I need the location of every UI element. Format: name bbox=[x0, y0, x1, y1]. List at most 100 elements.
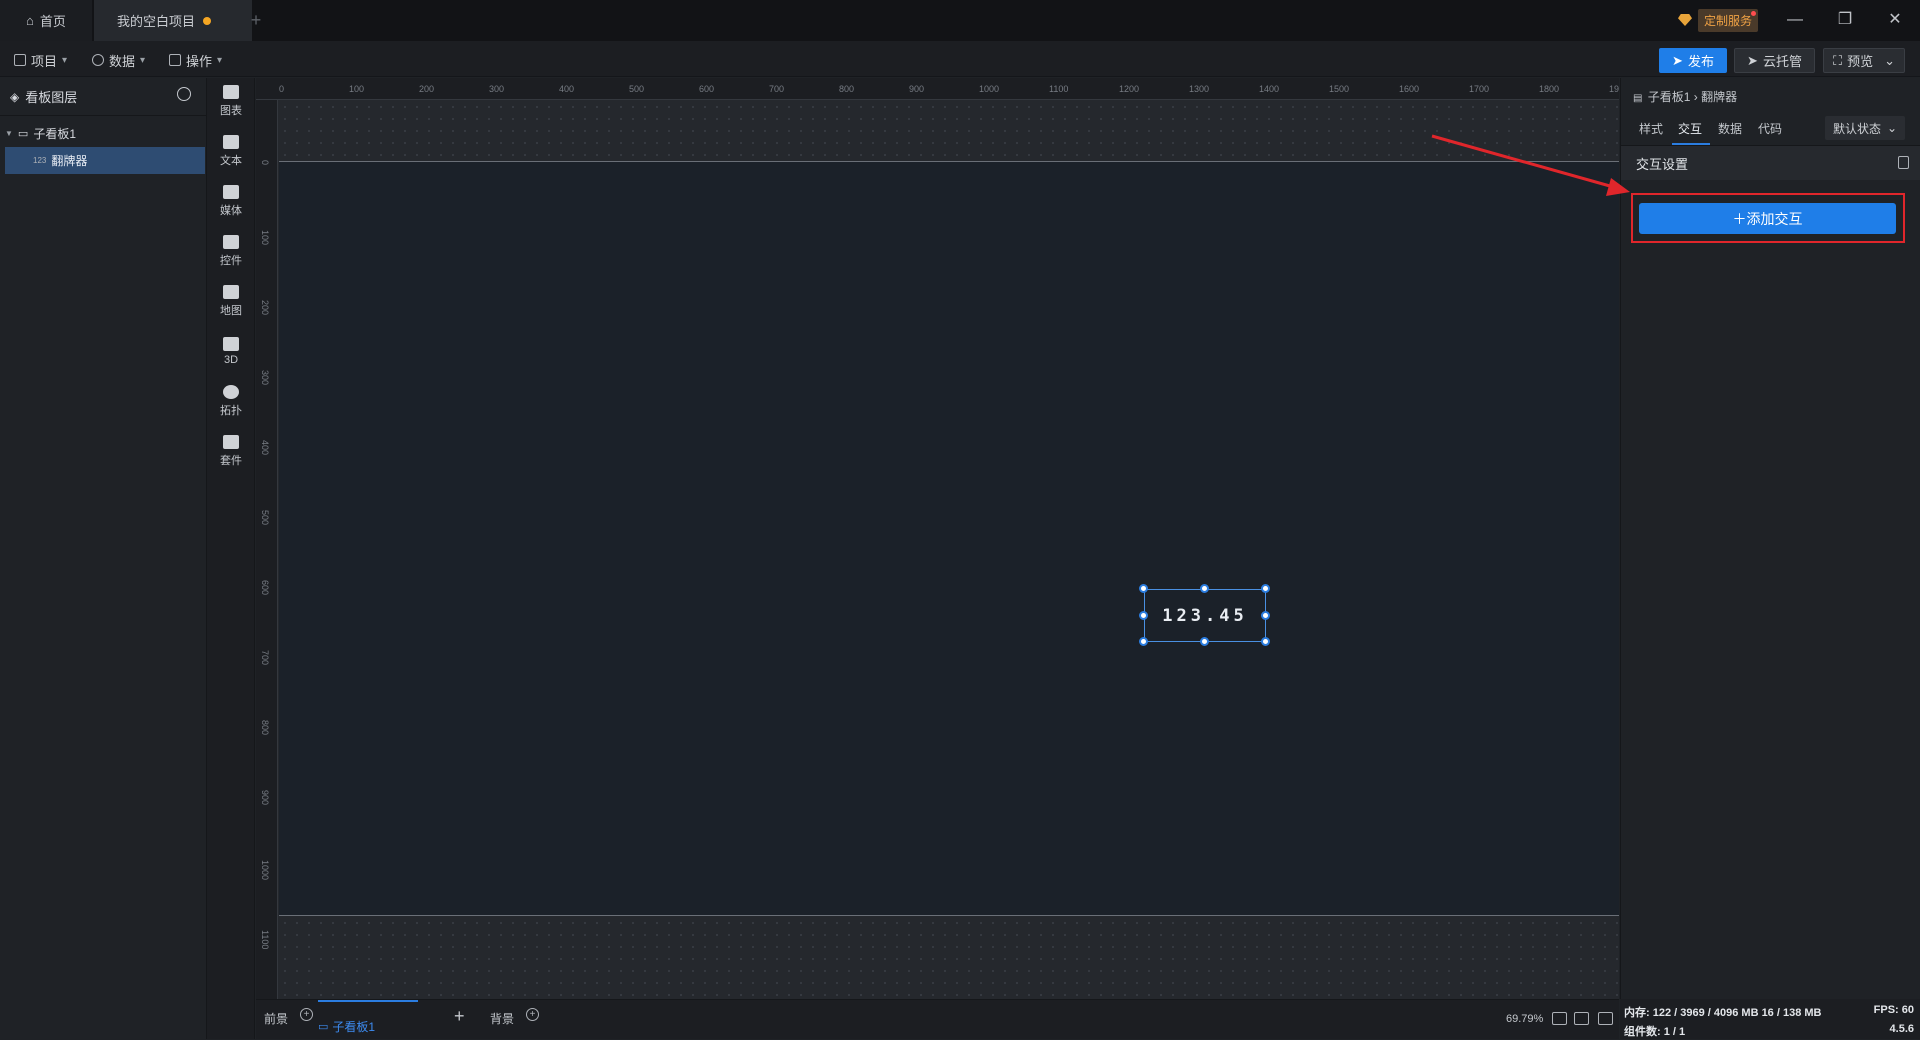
ruler-tick-label: 1000 bbox=[979, 84, 1000, 94]
add-board-button[interactable]: + bbox=[454, 1006, 465, 1027]
tool-map[interactable]: 地图 bbox=[207, 278, 255, 324]
resize-handle[interactable] bbox=[1261, 584, 1270, 593]
layer-item-board[interactable]: ▼ ▭ 子看板1 bbox=[5, 120, 205, 147]
search-icon[interactable] bbox=[177, 87, 191, 101]
ruler-tick-label: 200 bbox=[419, 84, 435, 94]
tab-subboard[interactable]: ▭ 子看板1 bbox=[318, 1000, 418, 1040]
tab-project[interactable]: 我的空白项目 bbox=[94, 0, 252, 41]
tab-project-label: 我的空白项目 bbox=[117, 14, 196, 29]
menu-project[interactable]: 项目 ▾ bbox=[14, 49, 67, 71]
resize-handle[interactable] bbox=[1139, 611, 1148, 620]
ruler-tick-label: 1500 bbox=[1329, 84, 1350, 94]
database-icon bbox=[92, 54, 104, 66]
ruler-tick-label: 700 bbox=[769, 84, 785, 94]
tool-map-label: 地图 bbox=[220, 304, 242, 317]
ruler-tick-label: 0 bbox=[260, 160, 270, 166]
layer-panel: ◈ 看板图层 ▼ ▭ 子看板1 123 翻牌器 bbox=[0, 78, 207, 1039]
ruler-tick-label: 500 bbox=[260, 510, 270, 526]
ruler-tick-label: 1100 bbox=[260, 930, 270, 950]
menu-bar: 项目 ▾ 数据 ▾ 操作 ▾ ➤ 发布 ➤ 云托管 ⛶ 预览 ⌄ bbox=[0, 41, 1920, 77]
memory-status: 内存: 122 / 3969 / 4096 MB 16 / 138 MB bbox=[1624, 1007, 1822, 1019]
menu-operate[interactable]: 操作 ▾ bbox=[169, 49, 222, 71]
ruler-tick-label: 400 bbox=[559, 84, 575, 94]
component-toolbar: 图表 文本 媒体 控件 地图 3D 拓扑 套件 bbox=[207, 78, 255, 1039]
tab-background[interactable]: 背景 + bbox=[490, 1008, 540, 1027]
tab-data[interactable]: 数据 bbox=[1718, 120, 1742, 137]
ruler-tick-label: 300 bbox=[489, 84, 505, 94]
tool-topology[interactable]: 拓扑 bbox=[207, 378, 255, 424]
add-interaction-button[interactable]: ＋添加交互 bbox=[1639, 203, 1896, 234]
tool-control-label: 控件 bbox=[220, 254, 242, 267]
tool-chart-label: 图表 bbox=[220, 104, 242, 117]
topology-icon bbox=[223, 384, 239, 399]
tool-kit[interactable]: 套件 bbox=[207, 428, 255, 474]
dashboard-board[interactable] bbox=[279, 161, 1619, 916]
media-icon bbox=[223, 184, 239, 199]
tab-code[interactable]: 代码 bbox=[1758, 120, 1782, 137]
tab-home[interactable]: ⌂ 首页 bbox=[0, 0, 92, 41]
menu-data[interactable]: 数据 ▾ bbox=[92, 49, 145, 71]
status-bar: 内存: 122 / 3969 / 4096 MB 16 / 138 MB FPS… bbox=[1620, 999, 1920, 1039]
tab-interaction[interactable]: 交互 bbox=[1678, 120, 1702, 137]
resize-handle[interactable] bbox=[1261, 637, 1270, 646]
new-tab-button[interactable]: + bbox=[246, 0, 266, 41]
ruler-top: 0 100 200 300 400 500 600 700 800 900 1000 1100 1200… bbox=[256, 78, 1619, 100]
ruler-tick-label: 800 bbox=[260, 720, 270, 736]
ruler-tick-label: 300 bbox=[260, 370, 270, 386]
ruler-tick-label: 1200 bbox=[1119, 84, 1140, 94]
tool-3d-label: 3D bbox=[223, 353, 239, 366]
zoom-level: 69.79% bbox=[1506, 1013, 1544, 1025]
tab-foreground[interactable]: 前景 + bbox=[264, 1008, 314, 1027]
counter-icon: 123 bbox=[33, 156, 47, 165]
tool-3d[interactable]: 3D bbox=[207, 328, 255, 374]
fps-status: FPS: 60 bbox=[1873, 1004, 1914, 1016]
fit-screen-icon[interactable] bbox=[1552, 1012, 1567, 1025]
add-circle-icon[interactable]: + bbox=[526, 1008, 540, 1021]
state-select[interactable]: 默认状态 ⌄ bbox=[1825, 116, 1905, 140]
canvas-area[interactable]: 0 100 200 300 400 500 600 700 800 900 1000 1100 1200… bbox=[256, 78, 1619, 999]
tool-text[interactable]: 文本 bbox=[207, 128, 255, 174]
text-icon bbox=[223, 134, 239, 149]
chevron-down-icon: ▾ bbox=[140, 54, 146, 66]
minimize-button[interactable]: — bbox=[1780, 8, 1810, 32]
tool-media-label: 媒体 bbox=[220, 204, 242, 217]
resize-handle[interactable] bbox=[1261, 611, 1270, 620]
resize-handle[interactable] bbox=[1200, 584, 1209, 593]
terminal-icon[interactable] bbox=[1598, 1012, 1613, 1025]
flip-counter-widget[interactable]: 123.45 bbox=[1144, 589, 1266, 642]
breadcrumb: ▤ 子看板1 › 翻牌器 bbox=[1633, 88, 1737, 105]
ruler-tick-label: 0 bbox=[279, 84, 285, 94]
publish-button[interactable]: ➤ 发布 bbox=[1659, 48, 1727, 73]
resize-handle[interactable] bbox=[1200, 637, 1209, 646]
preview-button[interactable]: ⛶ 预览 ⌄ bbox=[1823, 48, 1905, 73]
publish-label: 发布 bbox=[1687, 54, 1714, 69]
grid-icon bbox=[169, 54, 181, 66]
ruler-tick-label: 200 bbox=[260, 300, 270, 316]
ruler-tick-label: 600 bbox=[260, 580, 270, 596]
tab-background-label: 背景 bbox=[490, 1012, 515, 1026]
file-icon bbox=[14, 54, 26, 66]
resize-handle[interactable] bbox=[1139, 637, 1148, 646]
component-count: 组件数: 1 / 1 bbox=[1624, 1026, 1686, 1038]
layer-item-counter[interactable]: 123 翻牌器 bbox=[5, 147, 205, 174]
layer-panel-title: 看板图层 bbox=[25, 90, 78, 105]
chevron-down-icon: ⌄ bbox=[1886, 121, 1898, 135]
cloud-host-label: 云托管 bbox=[1762, 54, 1802, 69]
close-button[interactable]: ✕ bbox=[1880, 8, 1910, 32]
keyboard-icon[interactable] bbox=[1574, 1012, 1589, 1025]
cloud-host-button[interactable]: ➤ 云托管 bbox=[1734, 48, 1815, 73]
ruler-tick-label: 1600 bbox=[1399, 84, 1420, 94]
control-icon bbox=[223, 234, 239, 249]
tool-media[interactable]: 媒体 bbox=[207, 178, 255, 224]
tool-control[interactable]: 控件 bbox=[207, 228, 255, 274]
custom-service-button[interactable]: 定制服务 bbox=[1678, 8, 1759, 32]
tab-style[interactable]: 样式 bbox=[1639, 120, 1663, 137]
layer-counter-label: 翻牌器 bbox=[51, 154, 88, 168]
properties-panel: ▤ 子看板1 › 翻牌器 样式 交互 数据 代码 默认状态 ⌄ 交互设置 ＋添加… bbox=[1620, 78, 1920, 1039]
resize-handle[interactable] bbox=[1139, 584, 1148, 593]
state-select-label: 默认状态 bbox=[1832, 121, 1881, 136]
restore-button[interactable]: ❐ bbox=[1830, 8, 1860, 32]
lock-icon[interactable] bbox=[1898, 156, 1909, 169]
add-circle-icon[interactable]: + bbox=[300, 1008, 314, 1021]
tool-chart[interactable]: 图表 bbox=[207, 78, 255, 124]
